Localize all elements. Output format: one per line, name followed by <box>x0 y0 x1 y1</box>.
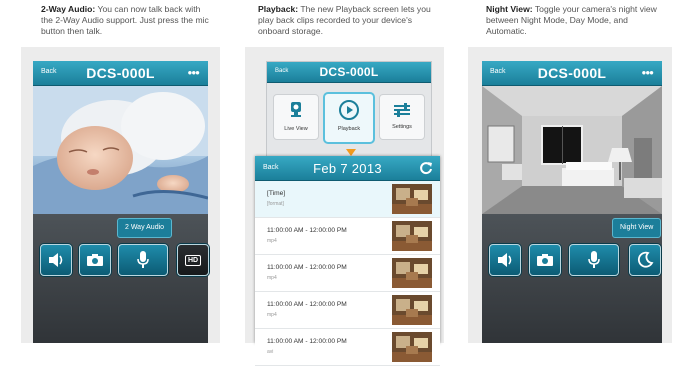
clip-thumbnail <box>392 184 432 214</box>
clip-time: 11:00:00 AM - 12:00:00 PM <box>267 338 347 345</box>
night-mode-button[interactable] <box>629 244 661 276</box>
menu-settings[interactable]: Settings <box>379 94 425 140</box>
playback-list-screen: Back Feb 7 2013 [Time] [format] 11:00:00 A… <box>255 156 440 366</box>
pointer-arrow <box>346 149 356 156</box>
clip-format: mp4 <box>267 238 277 244</box>
live-view-icon <box>291 102 301 117</box>
panel-two-way-audio: 2-Way Audio: You can now talk back with … <box>21 0 220 343</box>
clip-time: 11:00:00 AM - 12:00:00 PM <box>267 301 347 308</box>
phone-screen: Back DCS-000L ●●● <box>482 61 662 343</box>
clip-time: 11:00:00 AM - 12:00:00 PM <box>267 264 347 271</box>
night-view-tooltip: Night View <box>612 218 662 238</box>
camera-icon <box>537 254 553 266</box>
snapshot-button[interactable] <box>79 244 111 276</box>
menu-screen: Back DCS-000L Live View Playback Setting… <box>266 61 432 163</box>
hd-button[interactable]: HD <box>177 244 209 276</box>
clip-time: [Time] <box>267 190 286 197</box>
clip-list: [Time] [format] 11:00:00 AM - 12:00:00 PM m… <box>255 181 440 366</box>
clip-thumbnail <box>392 258 432 288</box>
control-bar: Night View <box>482 214 662 343</box>
caption-title: Playback: <box>258 4 299 14</box>
microphone-icon <box>588 251 600 268</box>
caption-title: Night View: <box>486 4 533 14</box>
control-bar: 2 Way Audio HD <box>33 214 209 343</box>
clip-format: mp4 <box>267 312 277 318</box>
microphone-button[interactable] <box>118 244 168 276</box>
date-title: Feb 7 2013 <box>313 161 382 176</box>
title-bar: Back DCS-000L ●●● <box>33 61 208 86</box>
night-mode-icon <box>637 251 654 268</box>
settings-icon <box>394 103 410 117</box>
clip-format: mp4 <box>267 275 277 281</box>
device-title: DCS-000L <box>319 65 379 79</box>
list-title-bar: Back Feb 7 2013 <box>255 156 440 181</box>
clip-row[interactable]: 11:00:00 AM - 12:00:00 PM mp4 <box>255 255 440 292</box>
more-icon[interactable]: ●●● <box>642 68 654 77</box>
speaker-icon <box>49 253 63 267</box>
menu-live-view[interactable]: Live View <box>273 94 319 140</box>
menu-label: Live View <box>284 126 308 132</box>
panel-night-view: Night View: Toggle your camera's night v… <box>468 0 672 343</box>
caption: Playback: The new Playback screen lets y… <box>258 4 436 37</box>
camera-feed-room <box>482 86 662 214</box>
camera-icon <box>87 254 103 266</box>
caption: Night View: Toggle your camera's night v… <box>486 4 666 37</box>
device-title: DCS-000L <box>86 65 155 81</box>
clip-row[interactable]: [Time] [format] <box>255 181 440 218</box>
snapshot-button[interactable] <box>529 244 561 276</box>
title-bar: Back DCS-000L ●●● <box>482 61 662 86</box>
clip-thumbnail <box>392 332 432 362</box>
clip-time: 11:00:00 AM - 12:00:00 PM <box>267 227 347 234</box>
title-bar: Back DCS-000L <box>267 62 431 83</box>
device-title: DCS-000L <box>537 65 607 81</box>
microphone-icon <box>137 251 149 268</box>
clip-row[interactable]: 11:00:00 AM - 12:00:00 PM mp4 <box>255 292 440 329</box>
panel-playback: Playback: The new Playback screen lets y… <box>245 0 444 366</box>
speaker-button[interactable] <box>40 244 72 276</box>
more-icon[interactable]: ●●● <box>188 68 200 77</box>
two-way-audio-tooltip: 2 Way Audio <box>117 218 173 238</box>
speaker-button[interactable] <box>489 244 521 276</box>
clip-thumbnail <box>392 295 432 325</box>
playback-icon <box>339 100 359 120</box>
menu-playback[interactable]: Playback <box>323 92 375 144</box>
phone-screen: Back DCS-000L ●●● <box>33 61 209 343</box>
clip-row[interactable]: 11:00:00 AM - 12:00:00 PM mp4 <box>255 218 440 255</box>
camera-feed-baby <box>33 86 208 214</box>
clip-format: [format] <box>267 201 284 207</box>
clip-row[interactable]: 11:00:00 AM - 12:00:00 PM avi <box>255 329 440 366</box>
clip-format: avi <box>267 349 274 355</box>
caption: 2-Way Audio: You can now talk back with … <box>41 4 210 37</box>
speaker-icon <box>498 253 512 267</box>
hd-icon: HD <box>184 254 202 266</box>
menu-label: Playback <box>337 126 361 132</box>
refresh-icon[interactable] <box>419 161 433 175</box>
menu-label: Settings <box>392 124 412 130</box>
microphone-button[interactable] <box>569 244 619 276</box>
caption-title: 2-Way Audio: <box>41 4 96 14</box>
clip-thumbnail <box>392 221 432 251</box>
